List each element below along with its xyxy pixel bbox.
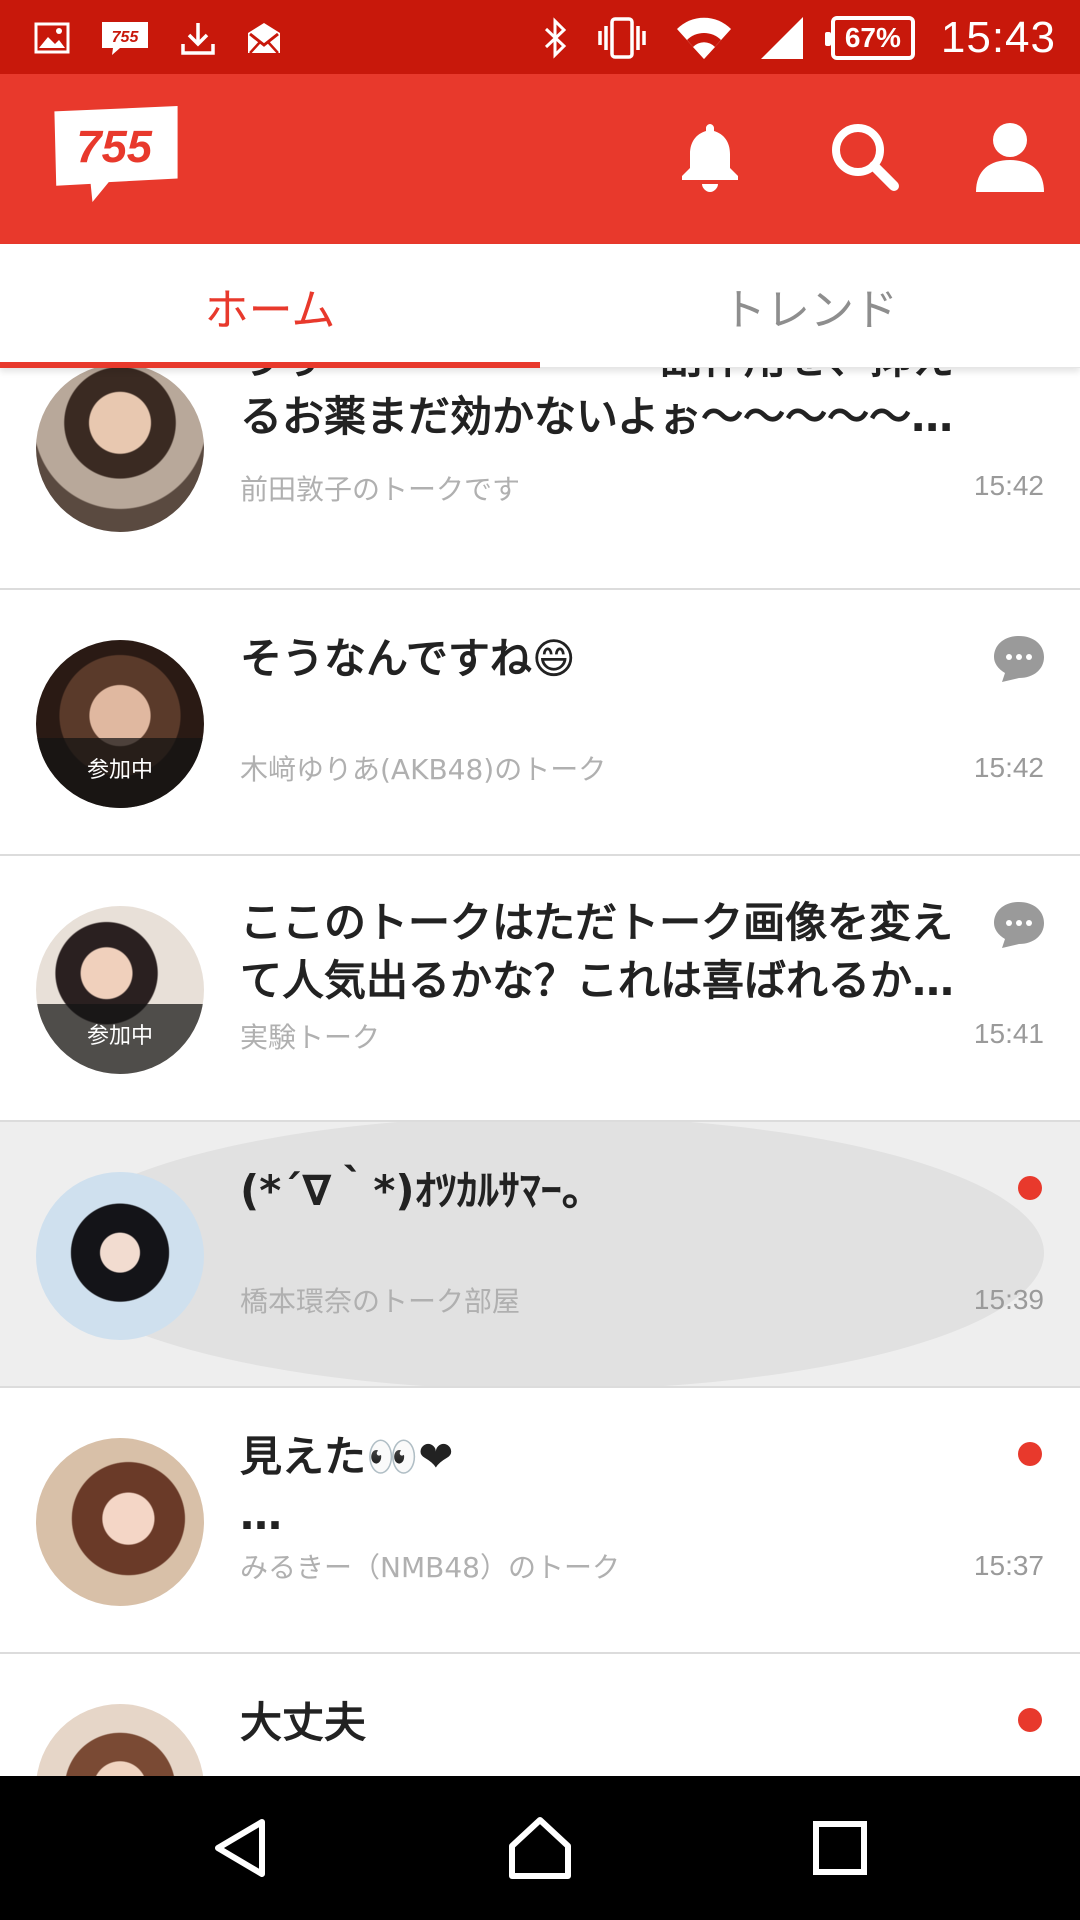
system-icons: 67% 15:43 — [543, 8, 1056, 68]
avatar — [36, 1704, 204, 1776]
bluetooth-icon — [543, 17, 569, 59]
tab-bar: ホーム トレンド — [0, 244, 1080, 368]
clock: 15:43 — [940, 13, 1056, 62]
active-tab-indicator — [0, 362, 540, 368]
status-bar: 755 67% 15:43 — [0, 0, 1080, 74]
talk-message: (*´∇｀*)ｵﾂｶﾙｻﾏｰ。 — [240, 1162, 970, 1220]
system-nav-bar — [0, 1776, 1080, 1920]
talk-time: 15:42 — [973, 752, 1044, 783]
svg-text:755: 755 — [112, 29, 140, 46]
talk-message-line: うぅ〜〜〜〜〜〜〜〜副作用を、抑え — [240, 368, 970, 388]
talk-message-line: (*´∇｀*)ｵﾂｶﾙｻﾏｰ。 — [240, 1166, 604, 1215]
talk-time: 15:39 — [973, 1284, 1044, 1315]
talk-item[interactable]: 見えた👀❤ … みるきー（NMB48）のトーク 15:37 — [0, 1388, 1080, 1654]
talk-message: ここのトークはただトーク画像を変え て人気出るかな？これは喜ばれるか… — [240, 894, 970, 1010]
avatar: 参加中 — [36, 640, 204, 808]
talk-item[interactable]: 参加中 ここのトークはただトーク画像を変え て人気出るかな？これは喜ばれるか… … — [0, 856, 1080, 1122]
avatar: 参加中 — [36, 906, 204, 1074]
talk-time: 15:37 — [973, 1550, 1044, 1581]
talk-room-name: 橋本環奈のトーク部屋 — [240, 1285, 521, 1318]
tab-trend[interactable]: トレンド — [540, 244, 1080, 368]
gallery-icon — [34, 22, 70, 54]
bell-icon[interactable] — [672, 118, 748, 194]
notification-icons: 755 — [34, 14, 282, 62]
talk-message: うぅ〜〜〜〜〜〜〜〜副作用を、抑え るお薬まだ効かないよぉ〜〜〜〜〜… — [240, 368, 970, 446]
talk-item[interactable]: 大丈夫 — [0, 1654, 1080, 1776]
unread-dot-icon — [1018, 1442, 1042, 1466]
talk-time: 15:41 — [973, 1018, 1044, 1049]
recent-apps-icon[interactable] — [804, 1812, 876, 1884]
talk-room-name: 前田敦子のトークです — [240, 473, 521, 506]
joined-badge: 参加中 — [36, 738, 204, 808]
person-icon[interactable] — [972, 118, 1048, 194]
logo-text: 755 — [76, 121, 152, 172]
avatar — [36, 368, 204, 532]
unread-dot-icon — [1018, 1708, 1042, 1732]
talk-message-line: … — [240, 1490, 282, 1539]
download-icon — [180, 20, 216, 56]
talk-time: 15:42 — [973, 470, 1044, 501]
joined-badge: 参加中 — [36, 1004, 204, 1074]
app-header: 755 — [0, 74, 1080, 244]
talk-item[interactable]: (*´∇｀*)ｵﾂｶﾙｻﾏｰ。 橋本環奈のトーク部屋 15:39 — [0, 1122, 1080, 1388]
talk-message: 見えた👀❤ … — [240, 1428, 970, 1544]
talk-message-line: 見えた👀❤ — [240, 1432, 454, 1481]
talk-message-line: 大丈夫 — [240, 1698, 367, 1747]
talk-item[interactable]: うぅ〜〜〜〜〜〜〜〜副作用を、抑え るお薬まだ効かないよぉ〜〜〜〜〜… 前田敦子… — [0, 368, 1080, 590]
chat-bubble-icon — [994, 636, 1044, 682]
talk-message-line: ここのトークはただトーク画像を変え — [240, 898, 954, 947]
talk-room-name: 木﨑ゆりあ(AKB48)のトーク — [240, 753, 607, 786]
unread-dot-icon — [1018, 1176, 1042, 1200]
avatar — [36, 1172, 204, 1340]
mail-icon — [246, 21, 282, 55]
vibrate-icon — [595, 16, 649, 60]
talk-message-line: るお薬まだ効かないよぉ〜〜〜〜〜… — [240, 392, 954, 441]
tab-home[interactable]: ホーム — [0, 244, 540, 368]
app-logo[interactable]: 755 — [48, 106, 184, 202]
talk-room-name: みるきー（NMB48）のトーク — [240, 1551, 620, 1584]
talk-message-line: そうなんですね😄 — [240, 634, 576, 683]
talk-message: そうなんですね😄 — [240, 630, 970, 688]
battery-level: 67% — [844, 22, 901, 53]
talk-item[interactable]: 参加中 そうなんですね😄 木﨑ゆりあ(AKB48)のトーク 15:42 — [0, 590, 1080, 856]
wifi-icon — [675, 15, 733, 61]
755-icon: 755 — [100, 20, 150, 56]
avatar — [36, 1438, 204, 1606]
signal-icon — [759, 15, 805, 61]
search-icon[interactable] — [826, 118, 902, 194]
back-icon[interactable] — [204, 1812, 276, 1884]
talk-message: 大丈夫 — [240, 1694, 970, 1752]
home-icon[interactable] — [504, 1812, 576, 1884]
battery-indicator: 67% — [824, 16, 915, 60]
talk-message-line: て人気出るかな？これは喜ばれるか… — [240, 956, 955, 1005]
talk-room-name: 実験トーク — [240, 1021, 381, 1054]
chat-bubble-icon — [994, 902, 1044, 948]
talk-list[interactable]: うぅ〜〜〜〜〜〜〜〜副作用を、抑え るお薬まだ効かないよぉ〜〜〜〜〜… 前田敦子… — [0, 368, 1080, 1776]
